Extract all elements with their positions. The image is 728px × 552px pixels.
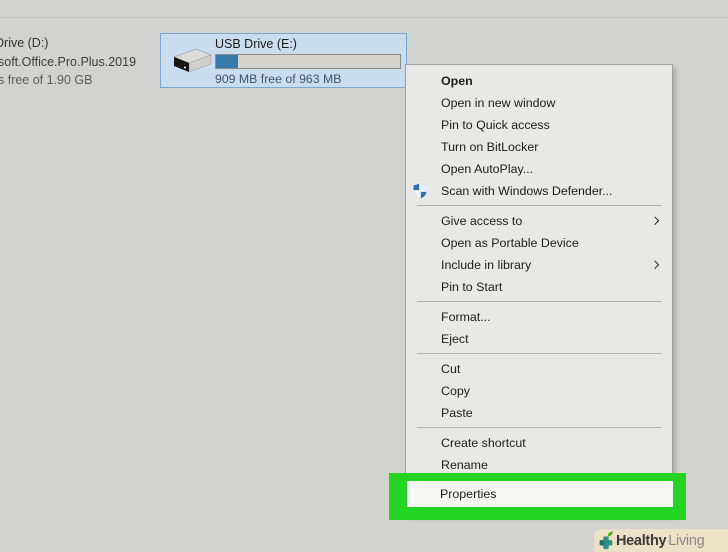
menu-item-pin-to-start[interactable]: Pin to Start	[406, 276, 672, 298]
menu-item-label: Open in new window	[441, 96, 556, 110]
menu-item-label: Give access to	[441, 214, 523, 228]
menu-separator	[417, 301, 662, 302]
usb-drive-free-space: 909 MB free of 963 MB	[215, 72, 342, 86]
menu-item-label: Open as Portable Device	[441, 236, 579, 250]
menu-item-label: Paste	[441, 406, 473, 420]
menu-item-create-shortcut[interactable]: Create shortcut	[406, 432, 672, 454]
menu-item-open-autoplay[interactable]: Open AutoPlay...	[406, 158, 672, 180]
menu-item-open[interactable]: Open	[406, 70, 672, 92]
menu-item-eject[interactable]: Eject	[406, 328, 672, 350]
top-divider	[0, 17, 728, 18]
menu-item-label: Pin to Quick access	[441, 118, 550, 132]
menu-item-include-in-library[interactable]: Include in library	[406, 254, 672, 276]
menu-item-label: Create shortcut	[441, 436, 526, 450]
watermark-badge: Healthy Living	[594, 529, 728, 552]
drive-d-item[interactable]: Drive (D:) soft.Office.Pro.Plus.2019 s f…	[0, 34, 160, 90]
menu-item-label: Pin to Start	[441, 280, 503, 294]
drive-d-label: soft.Office.Pro.Plus.2019	[0, 54, 137, 69]
menu-item-paste[interactable]: Paste	[406, 402, 672, 424]
file-explorer-screen: Drive (D:) soft.Office.Pro.Plus.2019 s f…	[0, 0, 728, 552]
menu-separator	[417, 427, 662, 428]
watermark-brand-light: Living	[668, 532, 705, 549]
menu-item-label: Cut	[441, 362, 461, 376]
menu-item-label: Include in library	[441, 258, 532, 272]
menu-item-label: Eject	[441, 332, 469, 346]
medical-cross-leaf-icon	[599, 531, 613, 549]
menu-item-label: Turn on BitLocker	[441, 140, 539, 154]
menu-separator	[417, 353, 662, 354]
menu-separator	[417, 205, 662, 206]
menu-item-label: Scan with Windows Defender...	[441, 184, 613, 198]
menu-item-label: Rename	[441, 458, 488, 472]
menu-item-copy[interactable]: Copy	[406, 380, 672, 402]
usb-capacity-bar	[215, 54, 401, 69]
menu-item-cut[interactable]: Cut	[406, 358, 672, 380]
menu-item-label: Open	[441, 74, 473, 88]
menu-item-label: Copy	[441, 384, 470, 398]
watermark-brand-bold: Healthy	[616, 532, 667, 549]
menu-item-open-in-new-window[interactable]: Open in new window	[406, 92, 672, 114]
menu-item-pin-to-quick-access[interactable]: Pin to Quick access	[406, 114, 672, 136]
usb-drive-title: USB Drive (E:)	[215, 37, 297, 51]
menu-item-label: Format...	[441, 310, 491, 324]
menu-item-label: Open AutoPlay...	[441, 162, 534, 176]
menu-item-open-as-portable-device[interactable]: Open as Portable Device	[406, 232, 672, 254]
drive-d-name: Drive (D:)	[0, 36, 49, 50]
menu-item-format[interactable]: Format...	[406, 306, 672, 328]
usb-drive-tile[interactable]: USB Drive (E:) 909 MB free of 963 MB	[160, 33, 407, 88]
usb-drive-icon	[173, 48, 212, 73]
windows-defender-shield-icon	[413, 183, 427, 199]
context-menu-groups: Open Open in new window Pin to Quick acces…	[406, 70, 672, 480]
context-menu: Open Open in new window Pin to Quick acces…	[405, 64, 673, 516]
highlight-box: Properties	[389, 473, 686, 520]
usb-capacity-bar-fill	[216, 55, 239, 68]
menu-item-turn-on-bitlocker[interactable]: Turn on BitLocker	[406, 136, 672, 158]
drive-d-free-space: s free of 1.90 GB	[0, 73, 93, 87]
menu-item-scan-with-windows-defender[interactable]: Scan with Windows Defender...	[406, 180, 672, 202]
menu-item-give-access-to[interactable]: Give access to	[406, 210, 672, 232]
menu-item-properties[interactable]: Properties	[407, 481, 673, 507]
